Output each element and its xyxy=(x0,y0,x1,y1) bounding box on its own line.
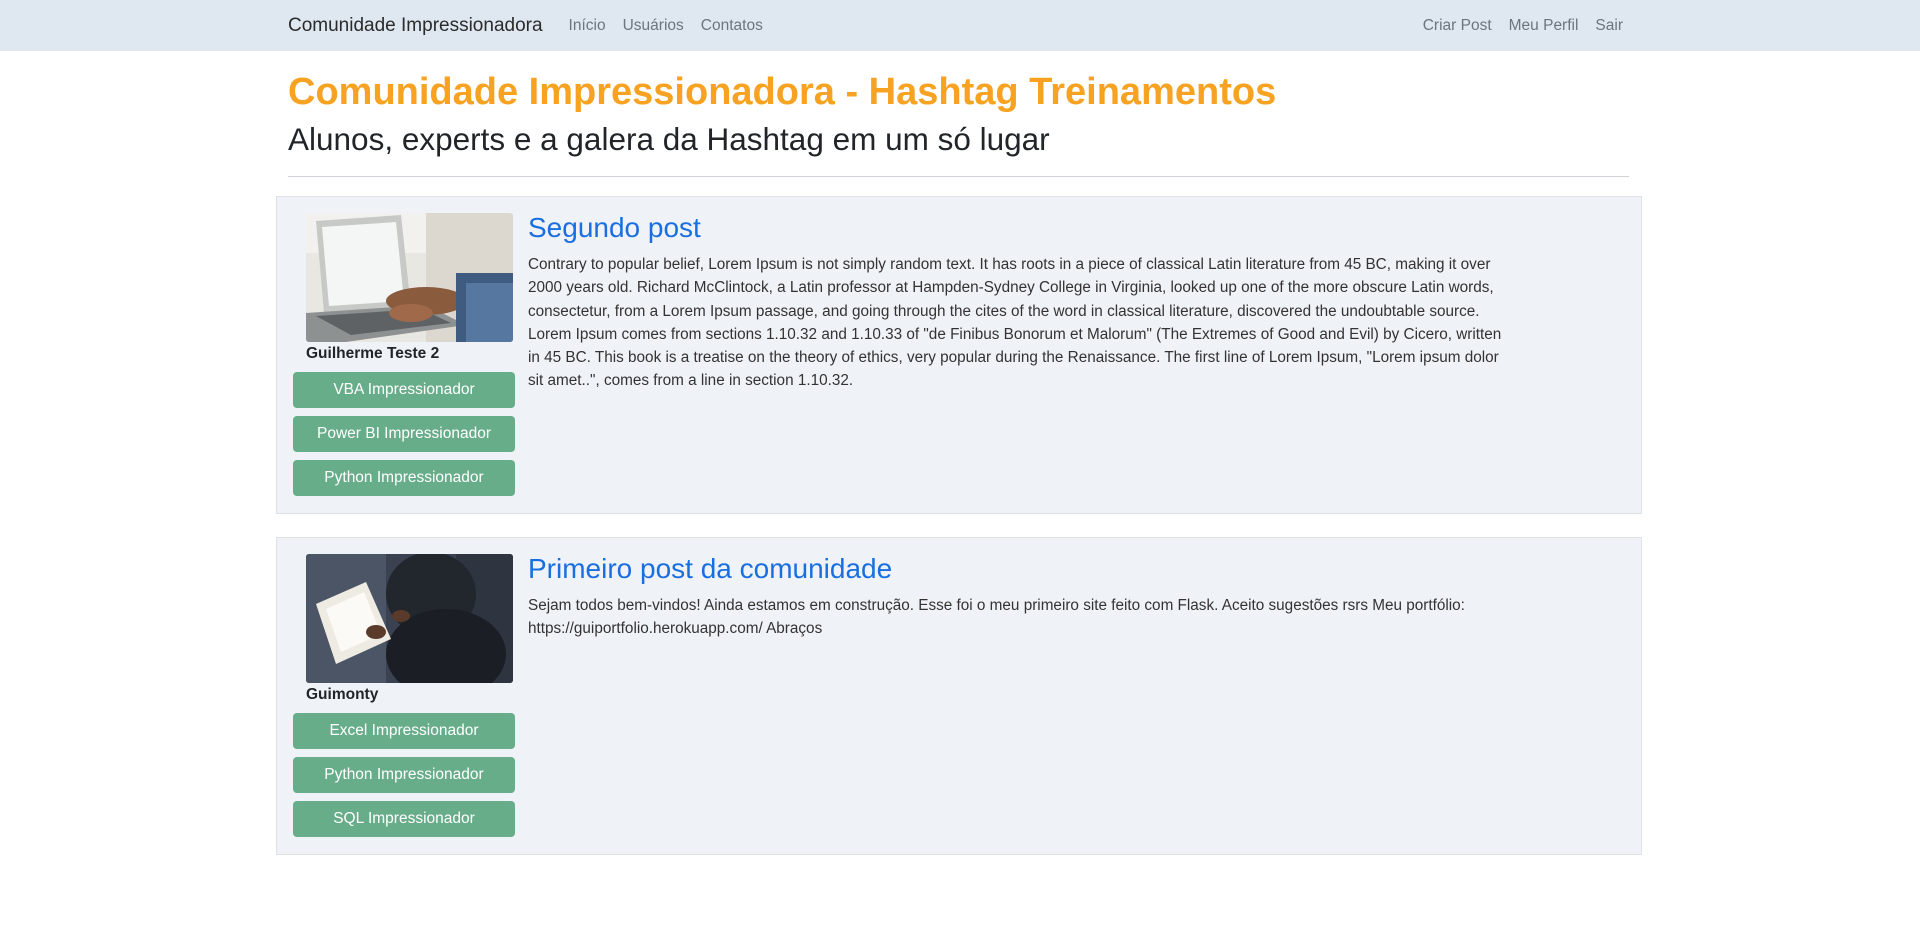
navbar-right: Criar Post Meu Perfil Sair xyxy=(1406,17,1623,35)
post-author: Guilherme Teste 2 xyxy=(306,345,440,362)
course-tag-button[interactable]: SQL Impressionador xyxy=(293,801,515,837)
course-tag-button[interactable]: Python Impressionador xyxy=(293,460,515,496)
nav-link-criar-post[interactable]: Criar Post xyxy=(1423,17,1492,35)
course-tag-button[interactable]: Power BI Impressionador xyxy=(293,416,515,452)
course-tag-button[interactable]: VBA Impressionador xyxy=(293,372,515,408)
page-subtitle: Alunos, experts e a galera da Hashtag em… xyxy=(288,121,1050,157)
course-tag-button[interactable]: Excel Impressionador xyxy=(293,713,515,749)
post-title-link[interactable]: Segundo post xyxy=(528,209,701,247)
laptop-typing-image xyxy=(306,213,513,342)
person-reading-image xyxy=(306,554,513,683)
nav-link-sair[interactable]: Sair xyxy=(1595,17,1623,35)
post-author: Guimonty xyxy=(306,686,379,703)
author-avatar[interactable] xyxy=(306,554,513,683)
nav-link-inicio[interactable]: Início xyxy=(569,17,606,35)
post-body: Contrary to popular belief, Lorem Ipsum … xyxy=(528,256,1502,390)
nav-link-meu-perfil[interactable]: Meu Perfil xyxy=(1509,17,1579,35)
author-avatar[interactable] xyxy=(306,213,513,342)
header-divider xyxy=(288,176,1629,177)
post-card: Guimonty Excel Impressionador Python Imp… xyxy=(276,537,1642,855)
navbar-brand[interactable]: Comunidade Impressionadora xyxy=(288,15,543,37)
page-title: Comunidade Impressionadora - Hashtag Tre… xyxy=(288,71,1277,113)
navbar: Comunidade Impressionadora Início Usuári… xyxy=(0,0,1920,51)
post-title-link[interactable]: Primeiro post da comunidade xyxy=(528,550,892,588)
page-header: Comunidade Impressionadora - Hashtag Tre… xyxy=(288,51,1629,177)
post-card: Guilherme Teste 2 VBA Impressionador Pow… xyxy=(276,196,1642,514)
nav-link-usuarios[interactable]: Usuários xyxy=(623,17,684,35)
navbar-inner: Comunidade Impressionadora Início Usuári… xyxy=(288,0,1623,51)
post-body: Sejam todos bem-vindos! Ainda estamos em… xyxy=(528,597,1465,638)
nav-link-contatos[interactable]: Contatos xyxy=(701,17,763,35)
course-tag-button[interactable]: Python Impressionador xyxy=(293,757,515,793)
